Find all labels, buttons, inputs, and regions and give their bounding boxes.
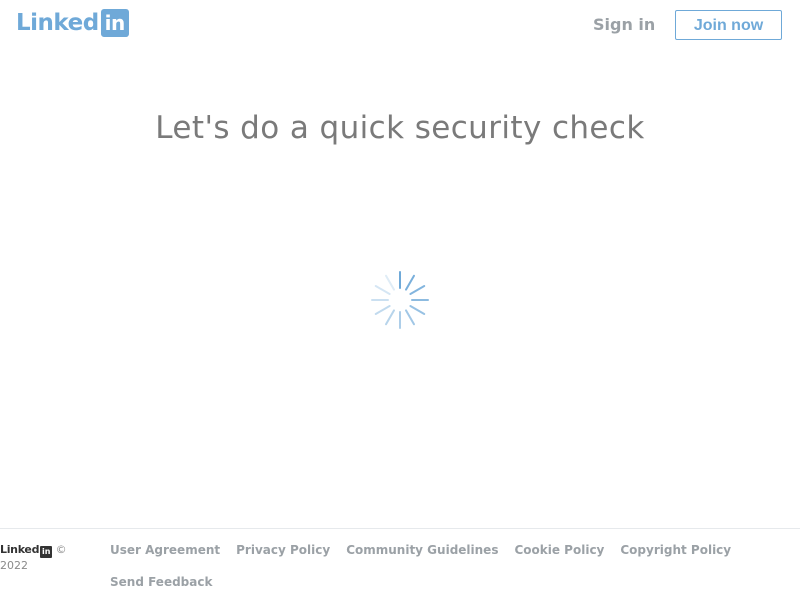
page: Linked in Sign in Join now Let's do a qu… <box>0 0 800 600</box>
linkedin-logo[interactable]: Linked in <box>16 9 129 37</box>
sign-in-link[interactable]: Sign in <box>593 14 655 36</box>
logo-wordmark: Linked <box>16 10 99 36</box>
loading-spinner-icon <box>371 271 429 329</box>
footer-link-send-feedback[interactable]: Send Feedback <box>110 573 212 591</box>
footer-link-privacy-policy[interactable]: Privacy Policy <box>236 541 330 559</box>
join-now-button[interactable]: Join now <box>675 10 782 40</box>
spinner-spoke <box>409 305 426 315</box>
spinner-spoke <box>405 274 415 291</box>
footer-link-community-guidelines[interactable]: Community Guidelines <box>346 541 498 559</box>
spinner-spoke <box>374 285 391 295</box>
page-title: Let's do a quick security check <box>155 110 645 146</box>
spinner-spoke <box>409 285 426 295</box>
spinner-spoke <box>385 309 395 326</box>
spinner-spoke <box>385 274 395 291</box>
spinner-spoke <box>374 305 391 315</box>
footer: Linked in © 2022 User Agreement Privacy P… <box>0 528 800 600</box>
footer-link-cookie-policy[interactable]: Cookie Policy <box>514 541 604 559</box>
footer-link-copyright-policy[interactable]: Copyright Policy <box>620 541 731 559</box>
footer-brand: Linked in © 2022 <box>0 542 80 573</box>
footer-link-user-agreement[interactable]: User Agreement <box>110 541 220 559</box>
logo-in-box: in <box>100 9 129 37</box>
footer-links: User Agreement Privacy Policy Community … <box>110 541 790 591</box>
header: Linked in Sign in Join now <box>0 0 800 52</box>
footer-logo-in-box: in <box>40 546 53 558</box>
spinner-spoke <box>405 309 415 326</box>
footer-logo-wordmark: Linked <box>0 543 40 556</box>
